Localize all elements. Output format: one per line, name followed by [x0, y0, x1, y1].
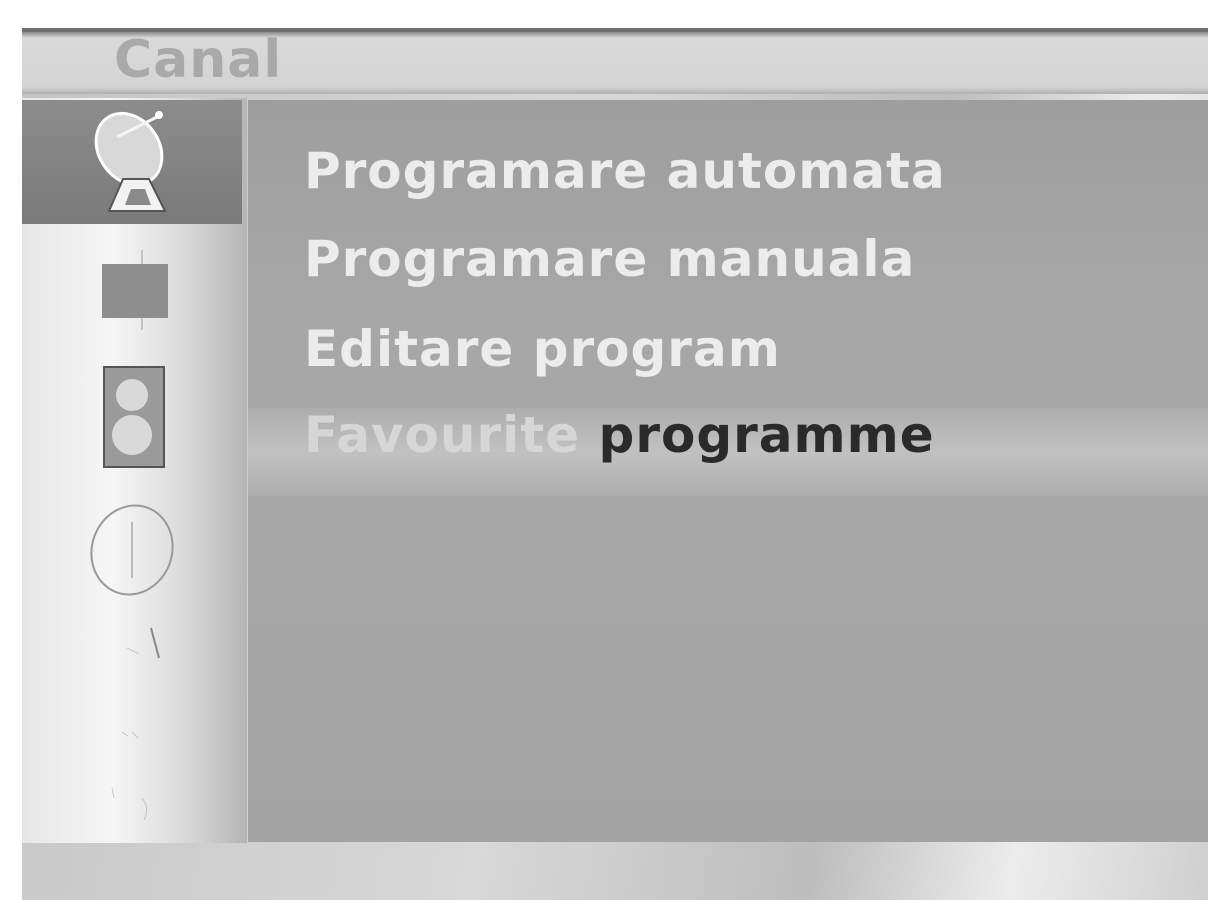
sidebar-item-sound[interactable]	[22, 356, 242, 480]
tv-osd-menu: Canal Programare automata Programare man…	[22, 28, 1208, 900]
sidebar-item-picture[interactable]	[22, 228, 242, 352]
sidebar-item-time[interactable]	[22, 488, 242, 612]
menu-item-favourite-programme[interactable]: Favourite programme	[304, 406, 935, 464]
menu-item-label-part2: programme	[580, 406, 935, 464]
menu-panel: Programare automata Programare manuala E…	[248, 100, 1208, 842]
menu-item-label-part1: Favourite	[304, 406, 581, 464]
satellite-dish-icon	[94, 111, 167, 212]
menu-title: Canal	[114, 30, 283, 90]
special-icon	[126, 627, 160, 659]
sidebar	[22, 98, 247, 843]
sidebar-item-channel[interactable]	[22, 100, 242, 224]
clock-icon	[90, 504, 174, 596]
menu-item-programare-manuala[interactable]: Programare manuala	[304, 230, 915, 288]
picture-icon	[102, 250, 168, 330]
sidebar-item-extra[interactable]	[22, 768, 242, 838]
speaker-icon	[103, 366, 165, 468]
menu-item-programare-automata[interactable]: Programare automata	[304, 142, 946, 200]
screen-icon	[121, 731, 139, 739]
sidebar-item-special[interactable]	[22, 598, 242, 698]
menu-item-editare-program[interactable]: Editare program	[304, 320, 781, 378]
extra-icon	[111, 787, 148, 821]
sidebar-item-screen[interactable]	[22, 698, 242, 768]
title-bar: Canal	[22, 28, 1208, 94]
